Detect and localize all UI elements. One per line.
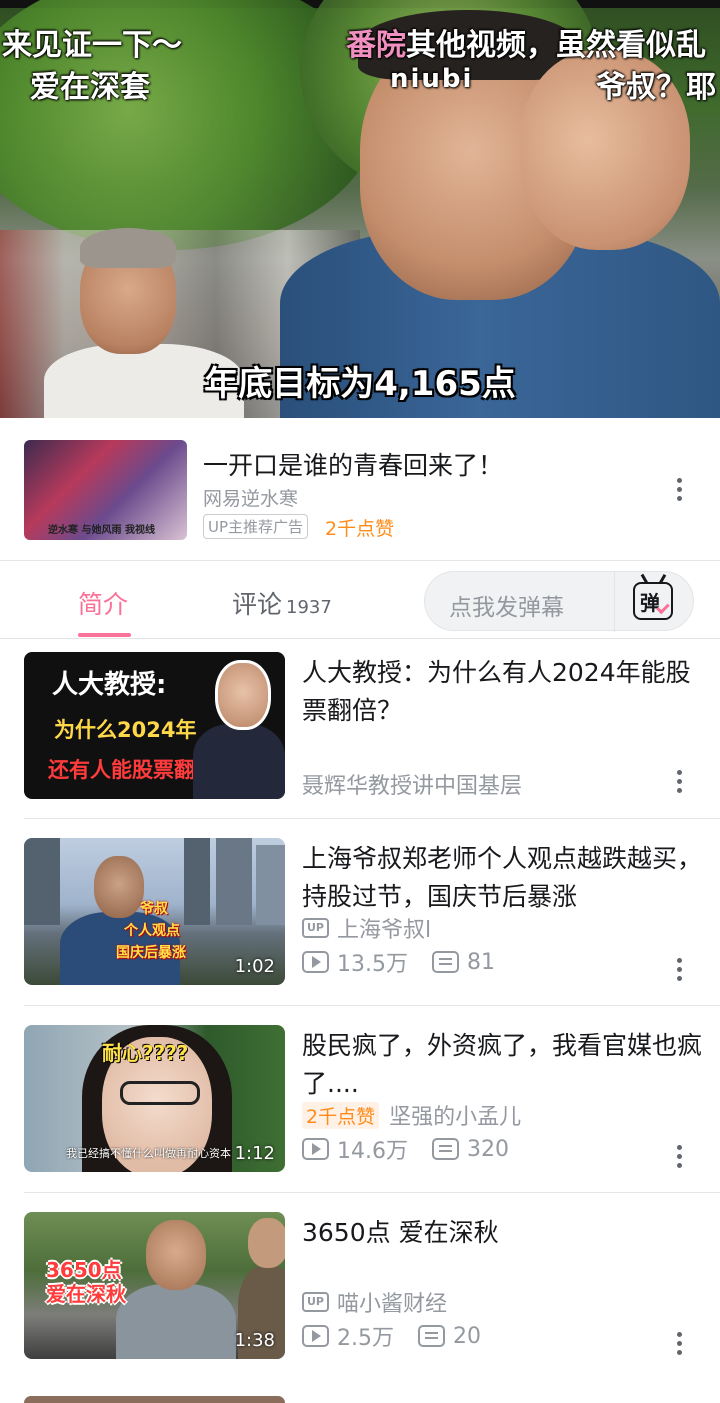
ad-card[interactable]: 逆水寒 与她风雨 我视线 一开口是谁的青春回来了！ 网易逆水寒 UP主推荐广告 … <box>0 418 720 561</box>
list-item[interactable]: 耐心???? 我已经搞不懂什么叫做再耐心资本 1:12 股民疯了，外资疯了，我看… <box>0 1013 720 1200</box>
danmaku-comment: 爱在深套 <box>30 70 150 105</box>
danmaku-input-placeholder[interactable]: 点我发弹幕 <box>449 588 564 622</box>
danmaku-comment: 来见证一下～ <box>2 28 182 63</box>
tab-active-indicator <box>78 633 131 637</box>
danmaku-toggle-icon[interactable]: 弹 <box>633 574 673 620</box>
video-title[interactable]: 上海爷叔郑老师个人观点越跌越买，持股过节，国庆节后暴涨 <box>302 840 702 916</box>
ad-thumbnail[interactable]: 逆水寒 与她风雨 我视线 <box>24 440 187 540</box>
up-badge-icon: UP <box>302 918 329 938</box>
tab-comments[interactable]: 评论 1937 <box>232 585 332 621</box>
danmaku-count-icon <box>432 1138 459 1160</box>
video-title[interactable]: 人大教授：为什么有人2024年能股票翻倍？ <box>302 654 702 730</box>
more-vertical-icon[interactable] <box>674 958 684 984</box>
list-item[interactable]: 3650点 爱在深秋 1:38 3650点 爱在深秋 UP 喵小酱财经 2.5万… <box>0 1200 720 1387</box>
up-badge-icon: UP <box>302 1292 329 1312</box>
danmaku-count-icon <box>418 1325 445 1347</box>
ad-author: 网易逆水寒 <box>203 488 299 510</box>
ad-title[interactable]: 一开口是谁的青春回来了！ <box>203 446 503 482</box>
danmaku-comment: niubi <box>390 64 474 94</box>
danmaku-count: 320 <box>467 1136 509 1162</box>
video-author: 2千点赞 坚强的小孟儿 <box>302 1099 521 1131</box>
danmaku-comment: 番院其他视频，虽然看似乱 <box>346 28 706 63</box>
view-count: 13.5万 <box>337 952 408 977</box>
tab-bar: 简介 评论 1937 点我发弹幕 弹 <box>0 561 720 639</box>
video-stats: 13.5万 81 <box>302 946 495 978</box>
view-count: 2.5万 <box>337 1326 394 1351</box>
video-stats: 14.6万 320 <box>302 1133 509 1165</box>
next-list-item-thumbnail[interactable] <box>24 1396 285 1403</box>
video-author: 聂辉华教授讲中国基层 <box>302 774 523 799</box>
danmaku-comment: 爷叔？耶 <box>596 70 716 105</box>
video-thumbnail[interactable]: 耐心???? 我已经搞不懂什么叫做再耐心资本 1:12 <box>24 1025 285 1172</box>
ad-likes: 2千点赞 <box>325 518 395 540</box>
video-duration: 1:38 <box>234 1330 275 1351</box>
ad-badge: UP主推荐广告 <box>203 514 309 539</box>
list-item[interactable]: 爷叔 个人观点 国庆后暴涨 1:02 上海爷叔郑老师个人观点越跌越买，持股过节，… <box>0 826 720 1013</box>
video-author: UP 上海爷叔l <box>302 912 431 944</box>
video-duration: 1:12 <box>234 1143 275 1164</box>
danmaku-input[interactable]: 点我发弹幕 弹 <box>424 571 694 632</box>
tab-intro[interactable]: 简介 <box>78 585 128 621</box>
more-vertical-icon[interactable] <box>674 770 684 796</box>
view-count: 14.6万 <box>337 1139 408 1164</box>
play-count-icon <box>302 1138 329 1160</box>
danmaku-count: 81 <box>467 949 495 975</box>
like-badge: 2千点赞 <box>302 1101 380 1129</box>
play-count-icon <box>302 951 329 973</box>
video-player[interactable]: 来见证一下～ 爱在深套 番院其他视频，虽然看似乱 niubi 爷叔？耶 年底目标… <box>0 0 720 418</box>
video-stats: 2.5万 20 <box>302 1320 481 1352</box>
video-subtitle: 年底目标为4,165点 <box>204 364 516 404</box>
video-thumbnail[interactable]: 人大教授: 为什么2024年 还有人能股票翻倍 <box>24 652 285 799</box>
danmaku-count: 20 <box>453 1323 481 1349</box>
video-thumbnail[interactable]: 爷叔 个人观点 国庆后暴涨 1:02 <box>24 838 285 985</box>
list-item[interactable]: 人大教授: 为什么2024年 还有人能股票翻倍 人大教授：为什么有人2024年能… <box>0 640 720 827</box>
play-count-icon <box>302 1325 329 1347</box>
danmaku-count-icon <box>432 951 459 973</box>
comment-count: 1937 <box>286 597 332 618</box>
more-vertical-icon[interactable] <box>674 478 684 504</box>
video-title[interactable]: 股民疯了，外资疯了，我看官媒也疯了.... <box>302 1027 702 1103</box>
video-title[interactable]: 3650点 爱在深秋 <box>302 1214 702 1252</box>
more-vertical-icon[interactable] <box>674 1145 684 1171</box>
video-thumbnail[interactable]: 3650点 爱在深秋 1:38 <box>24 1212 285 1359</box>
video-author: UP 喵小酱财经 <box>302 1286 447 1318</box>
more-vertical-icon[interactable] <box>674 1332 684 1358</box>
video-duration: 1:02 <box>234 956 275 977</box>
